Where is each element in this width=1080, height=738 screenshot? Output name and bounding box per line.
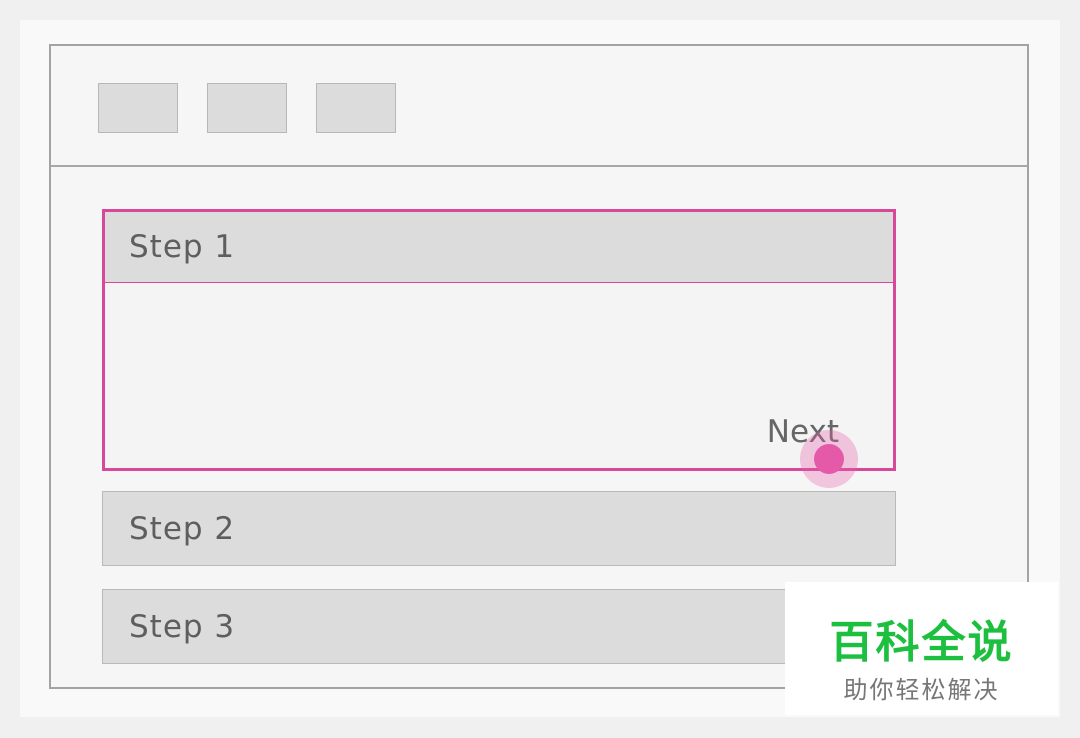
toolbar-button-2[interactable] — [207, 83, 287, 133]
toolbar-button-1[interactable] — [98, 83, 178, 133]
toolbar-button-3[interactable] — [316, 83, 396, 133]
watermark-title: 百科全说 — [829, 617, 1014, 668]
step-1-label: Step 1 — [129, 229, 236, 265]
tap-indicator-dot — [814, 444, 844, 474]
step-3-header[interactable]: Step 3 — [102, 589, 896, 664]
step-2-label: Step 2 — [129, 510, 236, 547]
step-3-label: Step 3 — [129, 608, 236, 645]
watermark-subtitle: 助你轻松解决 — [843, 676, 1000, 704]
step-1-header[interactable]: Step 1 — [102, 209, 896, 285]
step-2-header[interactable]: Step 2 — [102, 491, 896, 566]
watermark-logo: 百科全说 助你轻松解决 — [785, 582, 1058, 715]
step-1-panel: Next — [102, 283, 896, 471]
toolbar — [51, 46, 1027, 167]
